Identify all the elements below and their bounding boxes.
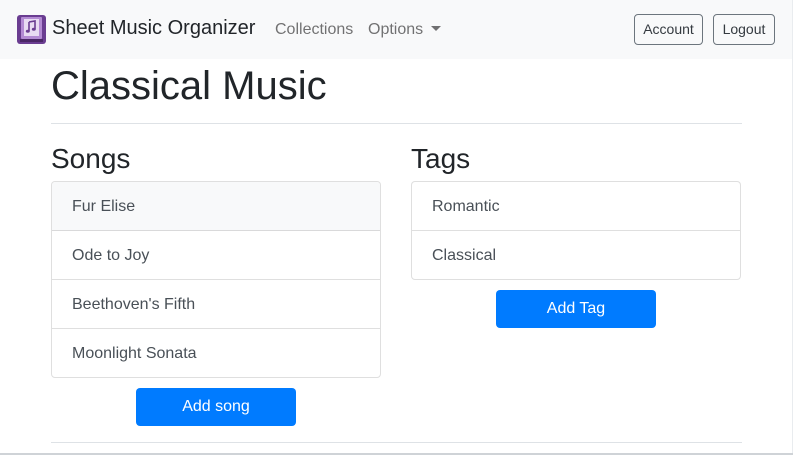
nav-dropdown-options[interactable]: Options: [368, 21, 442, 39]
tag-item[interactable]: Romantic: [412, 182, 740, 231]
add-song-button[interactable]: Add song: [136, 388, 296, 426]
navbar: Sheet Music Organizer Collections Option…: [0, 0, 793, 59]
add-tag-button[interactable]: Add Tag: [496, 290, 656, 328]
songs-list: Fur Elise Ode to Joy Beethoven's Fifth M…: [51, 181, 381, 378]
page-title: Classical Music: [51, 64, 327, 108]
logout-button[interactable]: Logout: [713, 14, 775, 45]
tags-list: Romantic Classical: [411, 181, 741, 280]
brand-name[interactable]: Sheet Music Organizer: [52, 17, 255, 40]
caret-down-icon: [431, 26, 442, 31]
account-button[interactable]: Account: [634, 14, 703, 45]
song-item[interactable]: Beethoven's Fifth: [52, 280, 380, 329]
tags-heading: Tags: [411, 143, 471, 174]
song-item[interactable]: Ode to Joy: [52, 231, 380, 280]
song-item[interactable]: Fur Elise: [52, 182, 380, 231]
divider: [51, 123, 742, 124]
divider: [51, 442, 742, 443]
song-item[interactable]: Moonlight Sonata: [52, 329, 380, 377]
nav-options-label: Options: [368, 21, 424, 38]
songs-heading: Songs: [51, 143, 131, 174]
nav-link-collections[interactable]: Collections: [275, 21, 353, 39]
tag-item[interactable]: Classical: [412, 231, 740, 279]
sheet-music-book-icon[interactable]: [16, 14, 47, 45]
